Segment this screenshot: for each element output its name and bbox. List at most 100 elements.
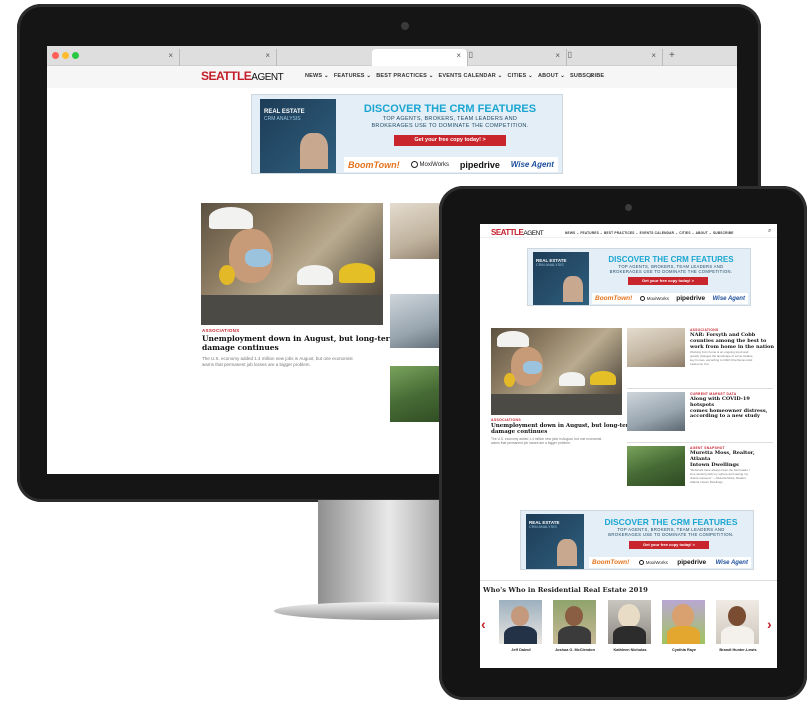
tablet-ad-person-image bbox=[557, 539, 577, 566]
tablet-site-logo[interactable]: SEATTLEAGENT bbox=[491, 229, 544, 238]
tablet-moxiworks-icon bbox=[638, 560, 644, 565]
tablet-side-thumbnail[interactable] bbox=[627, 328, 685, 367]
nav-best-practices[interactable]: BEST PRACTICES ⌄ bbox=[376, 73, 433, 79]
tablet-feature-excerpt: The U.S. economy added 1.4 million new j… bbox=[491, 437, 601, 446]
person-name[interactable]: Joshua O. McClendon bbox=[550, 648, 600, 652]
tablet-search-icon[interactable]: ⌕ bbox=[768, 228, 771, 235]
person-name[interactable]: Jeff Daleuf bbox=[496, 648, 546, 652]
tablet-feature-headline[interactable]: Unemployment down in August, but long-te… bbox=[491, 423, 634, 436]
divider bbox=[480, 580, 777, 581]
feature-image[interactable] bbox=[201, 203, 383, 325]
tab-close-icon[interactable]: × bbox=[168, 51, 173, 60]
tablet-ad-sponsor-logos: BoomTown! MoxiWorks pipedrive Wise Agent bbox=[592, 293, 748, 304]
tablet-sidebar-item[interactable]: AGENT SNAPSHOT Muretta Moss, Realtor, At… bbox=[690, 446, 775, 485]
carousel-prev-arrow[interactable]: ‹ bbox=[481, 616, 486, 632]
tablet-vest-image bbox=[491, 394, 622, 415]
tablet-ad-person-image bbox=[563, 276, 583, 302]
feature-headline[interactable]: Unemployment down in August, but long-te… bbox=[202, 334, 398, 352]
nav-features[interactable]: FEATURES ⌄ bbox=[334, 73, 371, 79]
browser-tab-active[interactable]: × ▯ bbox=[372, 49, 473, 66]
ad-report-image: REAL ESTATE CRM ANALYSIS bbox=[260, 99, 336, 173]
hardhat-image bbox=[297, 265, 333, 285]
tablet-logo-sub: AGENT bbox=[523, 230, 544, 237]
tab-close-icon[interactable]: × bbox=[456, 51, 461, 60]
person-photo[interactable] bbox=[662, 600, 705, 644]
tablet-ad-subtitle-2: BROKERAGES USE TO DOMINATE THE COMPETITI… bbox=[609, 269, 733, 274]
tablet-ad-cta-button[interactable]: Get your free copy today! > bbox=[628, 277, 708, 285]
tablet-main-nav[interactable]: NEWS ⌄ FEATURES ⌄ BEST PRACTICES ⌄ EVENT… bbox=[565, 231, 734, 235]
tablet-sidebar-item[interactable]: ASSOCIATIONS NAR: Forsyth and Cobb count… bbox=[690, 328, 775, 367]
browser-tab[interactable]: × bbox=[567, 49, 663, 66]
tab-close-icon[interactable]: × bbox=[555, 51, 560, 60]
tab-close-icon[interactable]: × bbox=[265, 51, 270, 60]
sidebar-item-headline: Along with COVID-19 hotspots bbox=[690, 396, 750, 408]
tablet-side-thumbnail[interactable] bbox=[627, 392, 685, 431]
site-logo[interactable]: SEATTLEAGENT bbox=[201, 69, 284, 83]
main-nav: NEWS ⌄ FEATURES ⌄ BEST PRACTICES ⌄ EVENT… bbox=[305, 73, 604, 79]
feature-category[interactable]: ASSOCIATIONS bbox=[202, 328, 240, 333]
tablet-crm-ad-banner-bottom[interactable]: REAL ESTATE CRM ANALYSIS DISCOVER THE CR… bbox=[520, 510, 754, 570]
tablet-moxiworks-logo: MoxiWorks bbox=[638, 560, 668, 565]
tablet-sidebar-item[interactable]: CURRENT MARKET DATA Along with COVID-19 … bbox=[690, 392, 775, 425]
moxiworks-icon bbox=[410, 161, 418, 168]
tablet-camera-icon bbox=[625, 204, 632, 211]
new-tab-button[interactable]: + bbox=[669, 50, 675, 61]
search-icon[interactable]: ⌕ bbox=[589, 71, 593, 81]
tablet-ad-cta-button[interactable]: Get your free copy today! > bbox=[629, 541, 709, 549]
tablet-mask-image bbox=[523, 361, 542, 374]
person-photo[interactable] bbox=[608, 600, 651, 644]
person-name[interactable]: Kathleen Nicholas bbox=[605, 648, 655, 652]
pipedrive-logo: pipedrive bbox=[459, 159, 500, 170]
tablet-boomtown-logo: BoomTown! bbox=[592, 559, 630, 566]
tablet-feature-category[interactable]: ASSOCIATIONS bbox=[491, 418, 521, 422]
nav-subscribe[interactable]: SUBSCRIBE bbox=[570, 73, 604, 79]
nav-events-calendar[interactable]: EVENTS CALENDAR ⌄ bbox=[439, 73, 503, 79]
browser-tab-bar: × × × ▯ × ▯ × + bbox=[47, 46, 737, 66]
nav-about[interactable]: ABOUT ⌄ bbox=[538, 73, 565, 79]
window-zoom-dot[interactable] bbox=[72, 52, 79, 59]
sidebar-item-excerpt: Lawrence Yun. bbox=[690, 361, 710, 366]
tablet-feature-excerpt-line-2: warns that permanent job losses are a bi… bbox=[491, 441, 571, 446]
boomtown-logo: BoomTown! bbox=[348, 159, 400, 170]
earmuff-image bbox=[219, 265, 235, 285]
tablet-hardhat-image bbox=[497, 331, 529, 347]
tablet-side-thumbnail[interactable] bbox=[627, 446, 685, 486]
tablet-feature-image[interactable] bbox=[491, 328, 622, 415]
ad-person-image bbox=[300, 133, 328, 169]
tab-close-icon[interactable]: × bbox=[651, 51, 656, 60]
ad-subtitle-1: TOP AGENTS, BROKERS, TEAM LEADERS AND bbox=[382, 116, 518, 122]
person-name[interactable]: Brandi Hunter-Lewis bbox=[713, 648, 763, 652]
browser-tab[interactable]: × ▯ bbox=[471, 49, 572, 66]
sidebar-item-headline: Muretta Moss, Realtor, Atlanta bbox=[690, 450, 755, 462]
ad-subtitle-2: BROKERAGES USE TO DOMINATE THE COMPETITI… bbox=[371, 123, 529, 129]
tablet-ad-report-image: REAL ESTATE CRM ANALYSIS bbox=[526, 514, 584, 569]
whos-who-title: Who's Who in Residential Real Estate 201… bbox=[483, 586, 648, 594]
tablet-moxiworks-label: MoxiWorks bbox=[645, 560, 668, 565]
browser-tab[interactable]: × bbox=[181, 49, 277, 66]
ad-title: DISCOVER THE CRM FEATURES bbox=[363, 103, 537, 115]
person-photo[interactable] bbox=[499, 600, 542, 644]
tablet-ad-subtitle-2: BROKERAGES USE TO DOMINATE THE COMPETITI… bbox=[608, 532, 734, 537]
window-close-dot[interactable] bbox=[52, 52, 59, 59]
ad-side-subtitle: CRM ANALYSIS bbox=[264, 116, 301, 122]
tablet-crm-ad-banner[interactable]: REAL ESTATE CRM ANALYSIS DISCOVER THE CR… bbox=[527, 248, 751, 306]
tablet-pipedrive-logo: pipedrive bbox=[677, 559, 707, 566]
window-minimize-dot[interactable] bbox=[62, 52, 69, 59]
wise-agent-logo: Wise Agent bbox=[510, 160, 554, 169]
tablet-ad-side-subtitle: CRM ANALYSIS bbox=[529, 525, 557, 529]
crm-ad-banner[interactable]: REAL ESTATE CRM ANALYSIS DISCOVER THE CR… bbox=[251, 94, 563, 174]
hardhat-image bbox=[209, 207, 253, 229]
feature-excerpt: The U.S. economy added 1.4 million new j… bbox=[202, 356, 353, 368]
person-photo[interactable] bbox=[716, 600, 759, 644]
nav-news[interactable]: NEWS ⌄ bbox=[305, 73, 329, 79]
browser-tab[interactable]: × bbox=[84, 49, 180, 66]
moxiworks-logo: MoxiWorks bbox=[410, 161, 449, 168]
person-photo[interactable] bbox=[553, 600, 596, 644]
carousel-next-arrow[interactable]: › bbox=[767, 616, 772, 632]
tablet-ad-report-image: REAL ESTATE CRM ANALYSIS bbox=[533, 252, 589, 305]
nav-cities[interactable]: CITIES ⌄ bbox=[507, 73, 532, 79]
person-name[interactable]: Cynthia Raye bbox=[659, 648, 709, 652]
feature-excerpt-line-2: warns that permanent job losses are a bi… bbox=[202, 361, 311, 367]
ad-cta-button[interactable]: Get your free copy today! > bbox=[394, 135, 506, 146]
logo-main: SEATTLE bbox=[201, 69, 252, 83]
